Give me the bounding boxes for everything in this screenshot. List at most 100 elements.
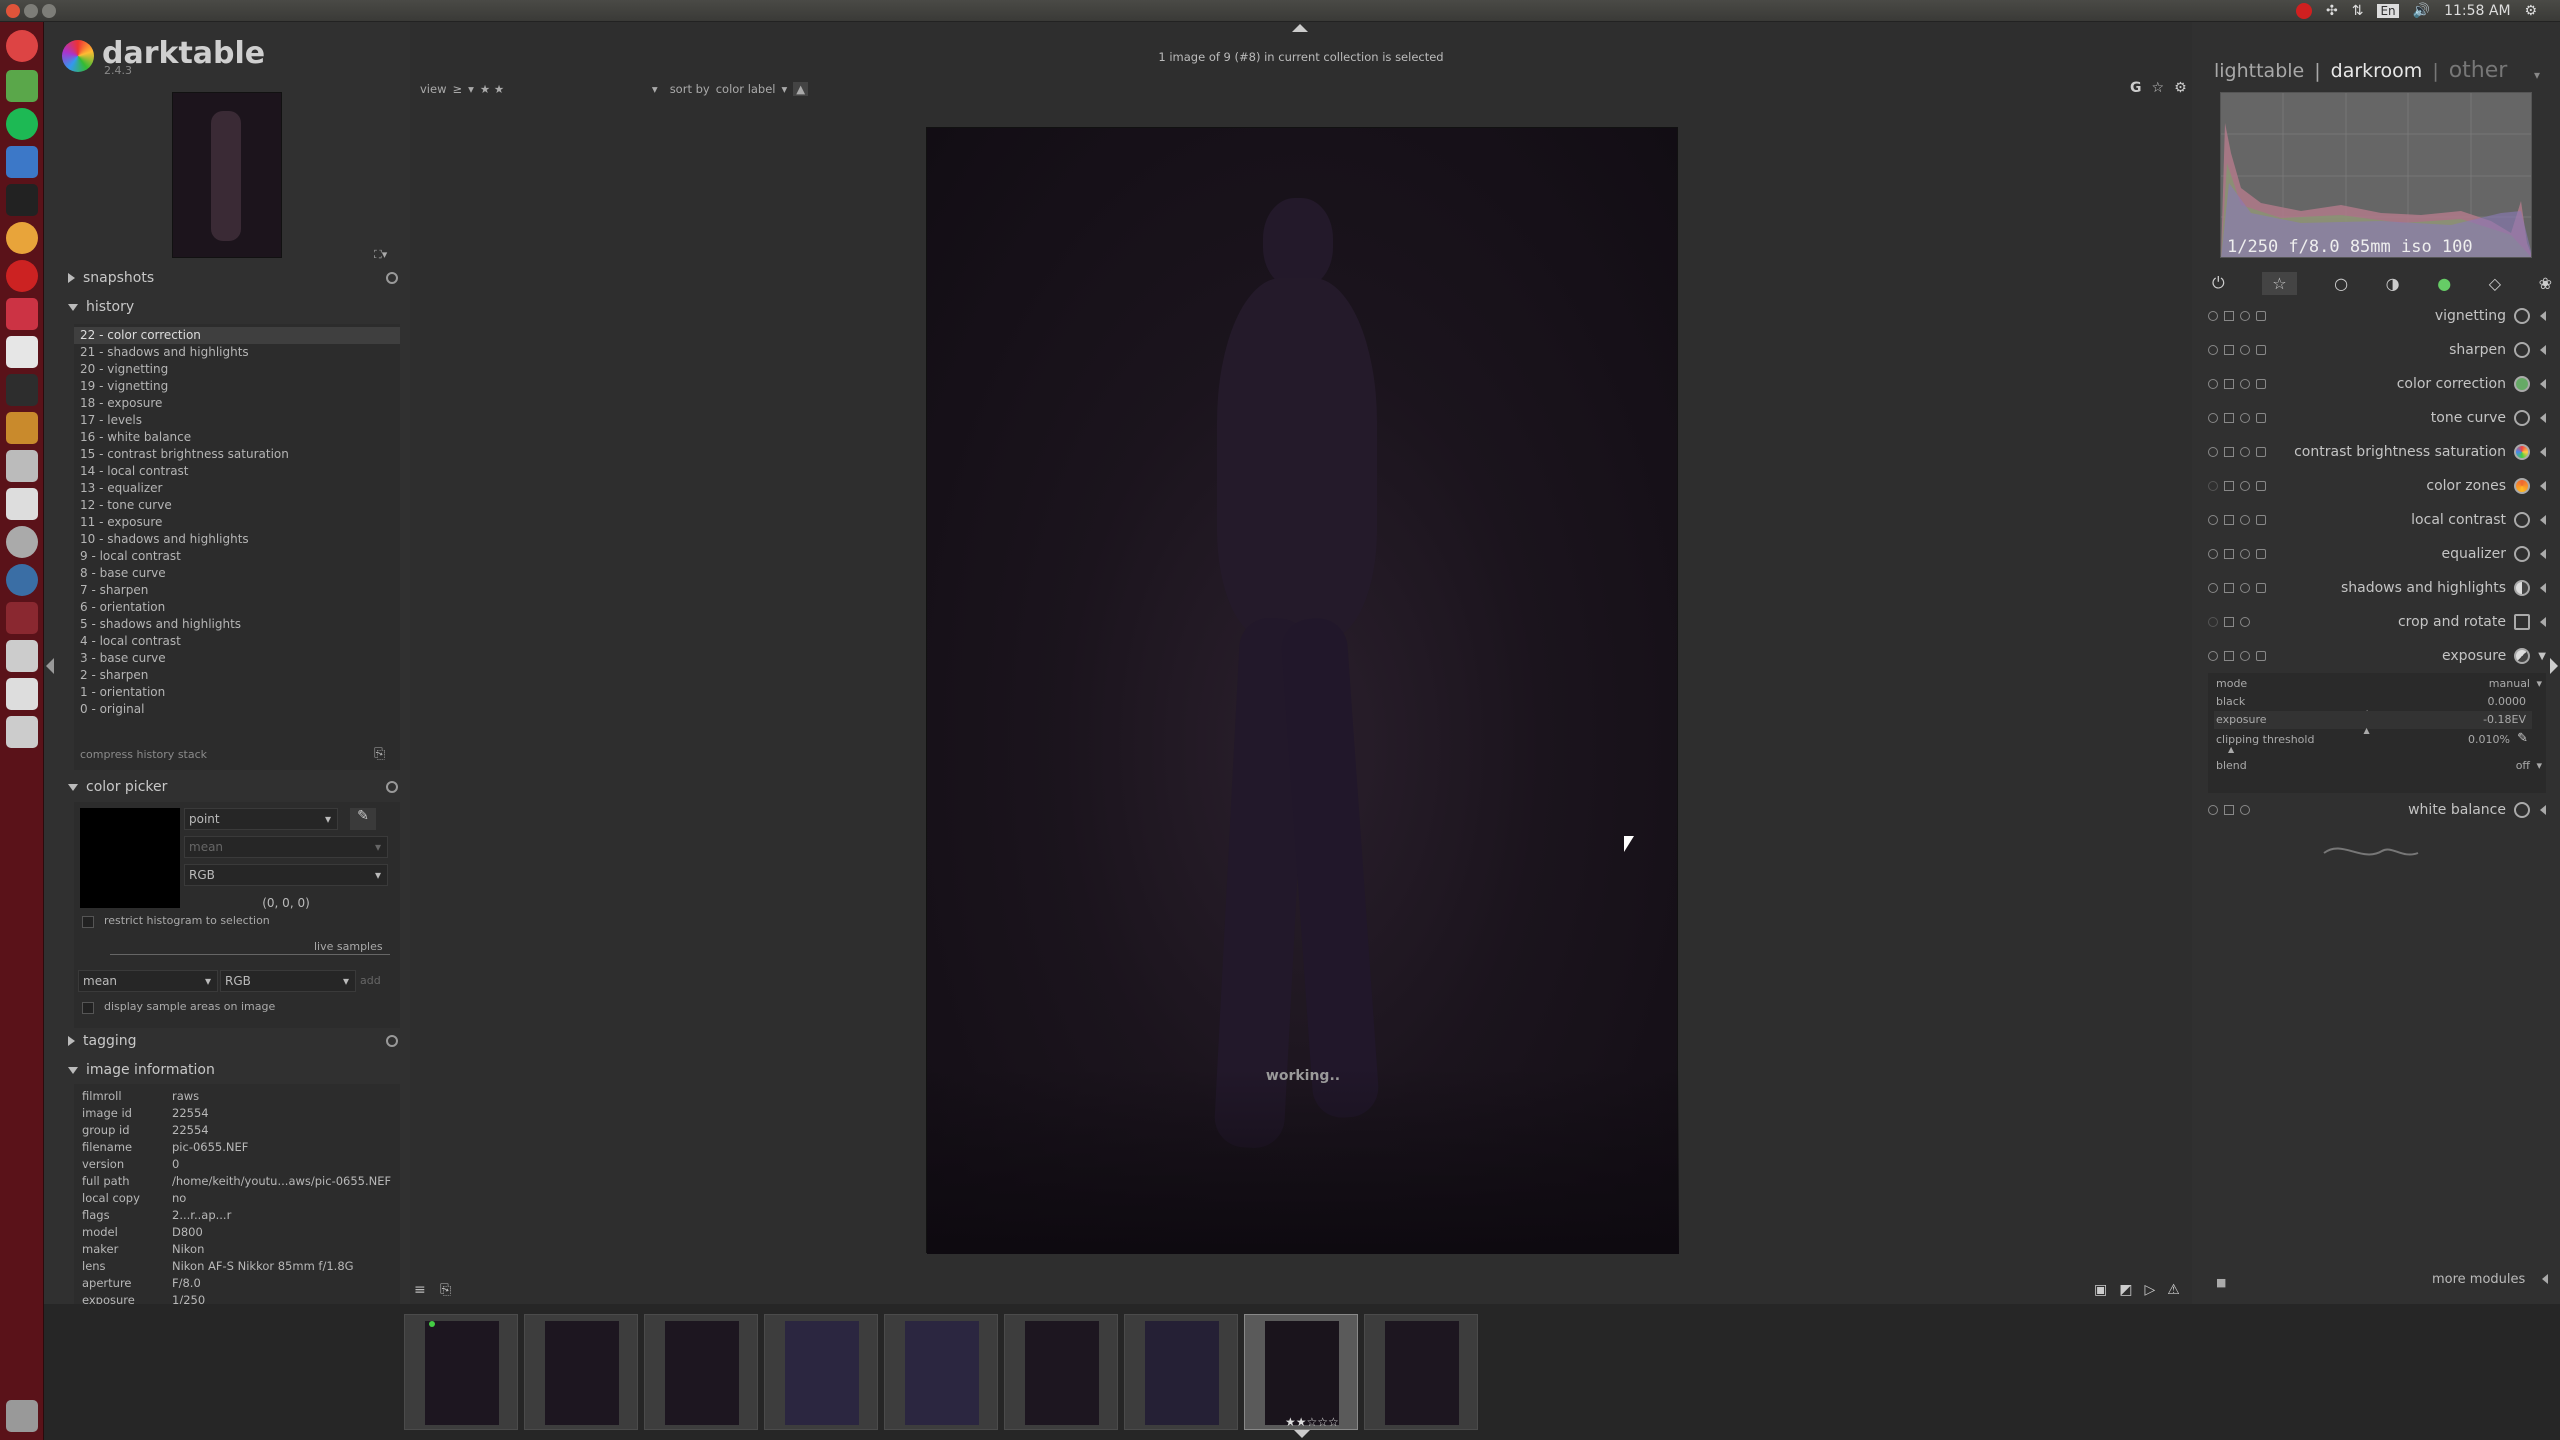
text-editor-icon[interactable] xyxy=(6,488,38,520)
reset-icon[interactable] xyxy=(2240,345,2250,355)
rating-comparator-select[interactable]: ≥ xyxy=(452,82,462,96)
power-icon[interactable] xyxy=(2208,311,2218,321)
display-samples-checkbox[interactable] xyxy=(82,1002,94,1014)
history-item[interactable]: 18 - exposure xyxy=(74,395,400,412)
presets-icon[interactable] xyxy=(2256,311,2266,321)
filmstrip-thumbnail[interactable] xyxy=(1004,1314,1118,1430)
darktable-launcher-icon[interactable] xyxy=(6,222,38,254)
clipping-threshold-slider[interactable]: clipping threshold 0.010% ✎ ▲ xyxy=(2214,731,2532,754)
grouping-button[interactable]: G xyxy=(2130,80,2142,96)
module-contrast-brightness-saturation[interactable]: contrast brightness saturation xyxy=(2202,435,2552,469)
record-app-icon[interactable] xyxy=(6,260,38,292)
main-image[interactable]: working.. xyxy=(926,127,1679,1254)
multi-instance-icon[interactable] xyxy=(2224,345,2234,355)
history-item[interactable]: 14 - local contrast xyxy=(74,463,400,480)
clock[interactable]: 11:58 AM xyxy=(2444,3,2510,19)
power-icon[interactable] xyxy=(2208,805,2218,815)
history-item[interactable]: 1 - orientation xyxy=(74,684,400,701)
ubuntu-dash-icon[interactable] xyxy=(6,30,38,62)
history-item[interactable]: 10 - shadows and highlights xyxy=(74,531,400,548)
expand-more-modules-icon[interactable] xyxy=(2542,1274,2548,1284)
presets-icon[interactable] xyxy=(2256,583,2266,593)
live-colorspace-select[interactable]: RGB ▾ xyxy=(220,970,356,992)
color-picker-header[interactable]: color picker xyxy=(68,776,408,798)
expand-module-icon[interactable] xyxy=(2540,583,2546,593)
expand-module-icon[interactable] xyxy=(2540,311,2546,321)
tools-icon[interactable] xyxy=(6,298,38,330)
expand-module-icon[interactable] xyxy=(2540,413,2546,423)
multi-instance-icon[interactable] xyxy=(2224,805,2234,815)
blend-select[interactable]: off xyxy=(2516,759,2530,772)
other-views-dropdown-icon[interactable]: ▾ xyxy=(2534,68,2540,82)
virtualbox-icon[interactable] xyxy=(6,146,38,178)
menu-icon[interactable]: ≡ xyxy=(414,1282,426,1298)
history-item[interactable]: 16 - white balance xyxy=(74,429,400,446)
collapse-right-panel-icon[interactable] xyxy=(2550,658,2558,674)
history-item[interactable]: 17 - levels xyxy=(74,412,400,429)
overexposed-warning-icon[interactable]: ⚠ xyxy=(2167,1282,2180,1298)
power-icon[interactable] xyxy=(2208,549,2218,559)
more-modules-handle-icon[interactable]: ■ xyxy=(2216,1276,2226,1289)
softproof-icon[interactable]: ◩ xyxy=(2119,1282,2132,1298)
multi-instance-icon[interactable] xyxy=(2224,311,2234,321)
history-item[interactable]: 8 - base curve xyxy=(74,565,400,582)
presets-icon[interactable] xyxy=(2256,549,2266,559)
multi-instance-icon[interactable] xyxy=(2224,617,2234,627)
settings-app-icon[interactable] xyxy=(6,526,38,558)
history-style-icon[interactable]: ⎘ xyxy=(374,746,385,762)
picker-colorspace-select[interactable]: RGB ▾ xyxy=(184,864,388,886)
live-statistic-select[interactable]: mean ▾ xyxy=(78,970,218,992)
multi-instance-icon[interactable] xyxy=(2224,447,2234,457)
history-item[interactable]: 7 - sharpen xyxy=(74,582,400,599)
terminal-icon[interactable] xyxy=(6,374,38,406)
snapshots-presets-icon[interactable] xyxy=(386,272,398,284)
multi-instance-icon[interactable] xyxy=(2224,549,2234,559)
zoom-fit-icon[interactable]: ⛶▾ xyxy=(374,248,387,262)
picker-statistic-select[interactable]: mean ▾ xyxy=(184,836,388,858)
module-exposure[interactable]: exposure ▼ xyxy=(2202,639,2552,673)
lighttable-view-link[interactable]: lighttable xyxy=(2214,60,2304,82)
expand-module-icon[interactable] xyxy=(2540,345,2546,355)
multi-instance-icon[interactable] xyxy=(2224,413,2234,423)
trash-icon[interactable] xyxy=(6,1400,38,1432)
module-sharpen[interactable]: sharpen xyxy=(2202,333,2552,367)
module-crop-and-rotate[interactable]: crop and rotate xyxy=(2202,605,2552,639)
preferences-gear-icon[interactable]: ⚙ xyxy=(2174,80,2187,96)
basic-group-icon[interactable]: ○ xyxy=(2334,274,2348,293)
image-information-header[interactable]: image information xyxy=(68,1059,408,1081)
reset-icon[interactable] xyxy=(2240,583,2250,593)
history-item[interactable]: 15 - contrast brightness saturation xyxy=(74,446,400,463)
scanner-icon[interactable] xyxy=(6,716,38,748)
power-icon[interactable] xyxy=(2208,515,2218,525)
history-item[interactable]: 4 - local contrast xyxy=(74,633,400,650)
correct-group-icon[interactable]: ◇ xyxy=(2489,274,2501,293)
module-vignetting[interactable]: vignetting xyxy=(2202,299,2552,333)
history-item[interactable]: 20 - vignetting xyxy=(74,361,400,378)
presets-icon[interactable] xyxy=(2256,515,2266,525)
collapse-top-panel-icon[interactable] xyxy=(1292,24,1308,32)
power-icon[interactable] xyxy=(2208,583,2218,593)
exposure-mode-select[interactable]: manual xyxy=(2489,677,2530,690)
multi-instance-icon[interactable] xyxy=(2224,651,2234,661)
filmstrip-thumbnail[interactable] xyxy=(884,1314,998,1430)
record-icon[interactable] xyxy=(2296,3,2312,19)
filmstrip-thumbnail[interactable] xyxy=(1364,1314,1478,1430)
history-item[interactable]: 5 - shadows and highlights xyxy=(74,616,400,633)
close-window-button[interactable] xyxy=(6,4,20,18)
module-equalizer[interactable]: equalizer xyxy=(2202,537,2552,571)
clipping-picker-icon[interactable]: ✎ xyxy=(2517,731,2528,746)
expand-module-icon[interactable] xyxy=(2540,617,2546,627)
reset-icon[interactable] xyxy=(2240,651,2250,661)
maximize-window-button[interactable] xyxy=(42,4,56,18)
histogram[interactable]: 1/250 f/8.0 85mm iso 100 xyxy=(2220,92,2532,258)
dropdown-icon[interactable]: ▾ xyxy=(2536,759,2542,772)
collapse-left-panel-icon[interactable] xyxy=(46,658,54,674)
filmstrip-thumbnail[interactable] xyxy=(1124,1314,1238,1430)
module-white-balance[interactable]: white balance xyxy=(2202,793,2552,827)
reset-icon[interactable] xyxy=(2240,311,2250,321)
history-item[interactable]: 6 - orientation xyxy=(74,599,400,616)
presets-icon[interactable] xyxy=(2256,447,2266,457)
filmstrip-thumbnail-selected[interactable]: ★★☆☆☆ xyxy=(1244,1314,1358,1430)
picker-eyedropper-icon[interactable]: ✎ xyxy=(350,808,376,830)
history-item[interactable]: 22 - color correction xyxy=(74,327,400,344)
